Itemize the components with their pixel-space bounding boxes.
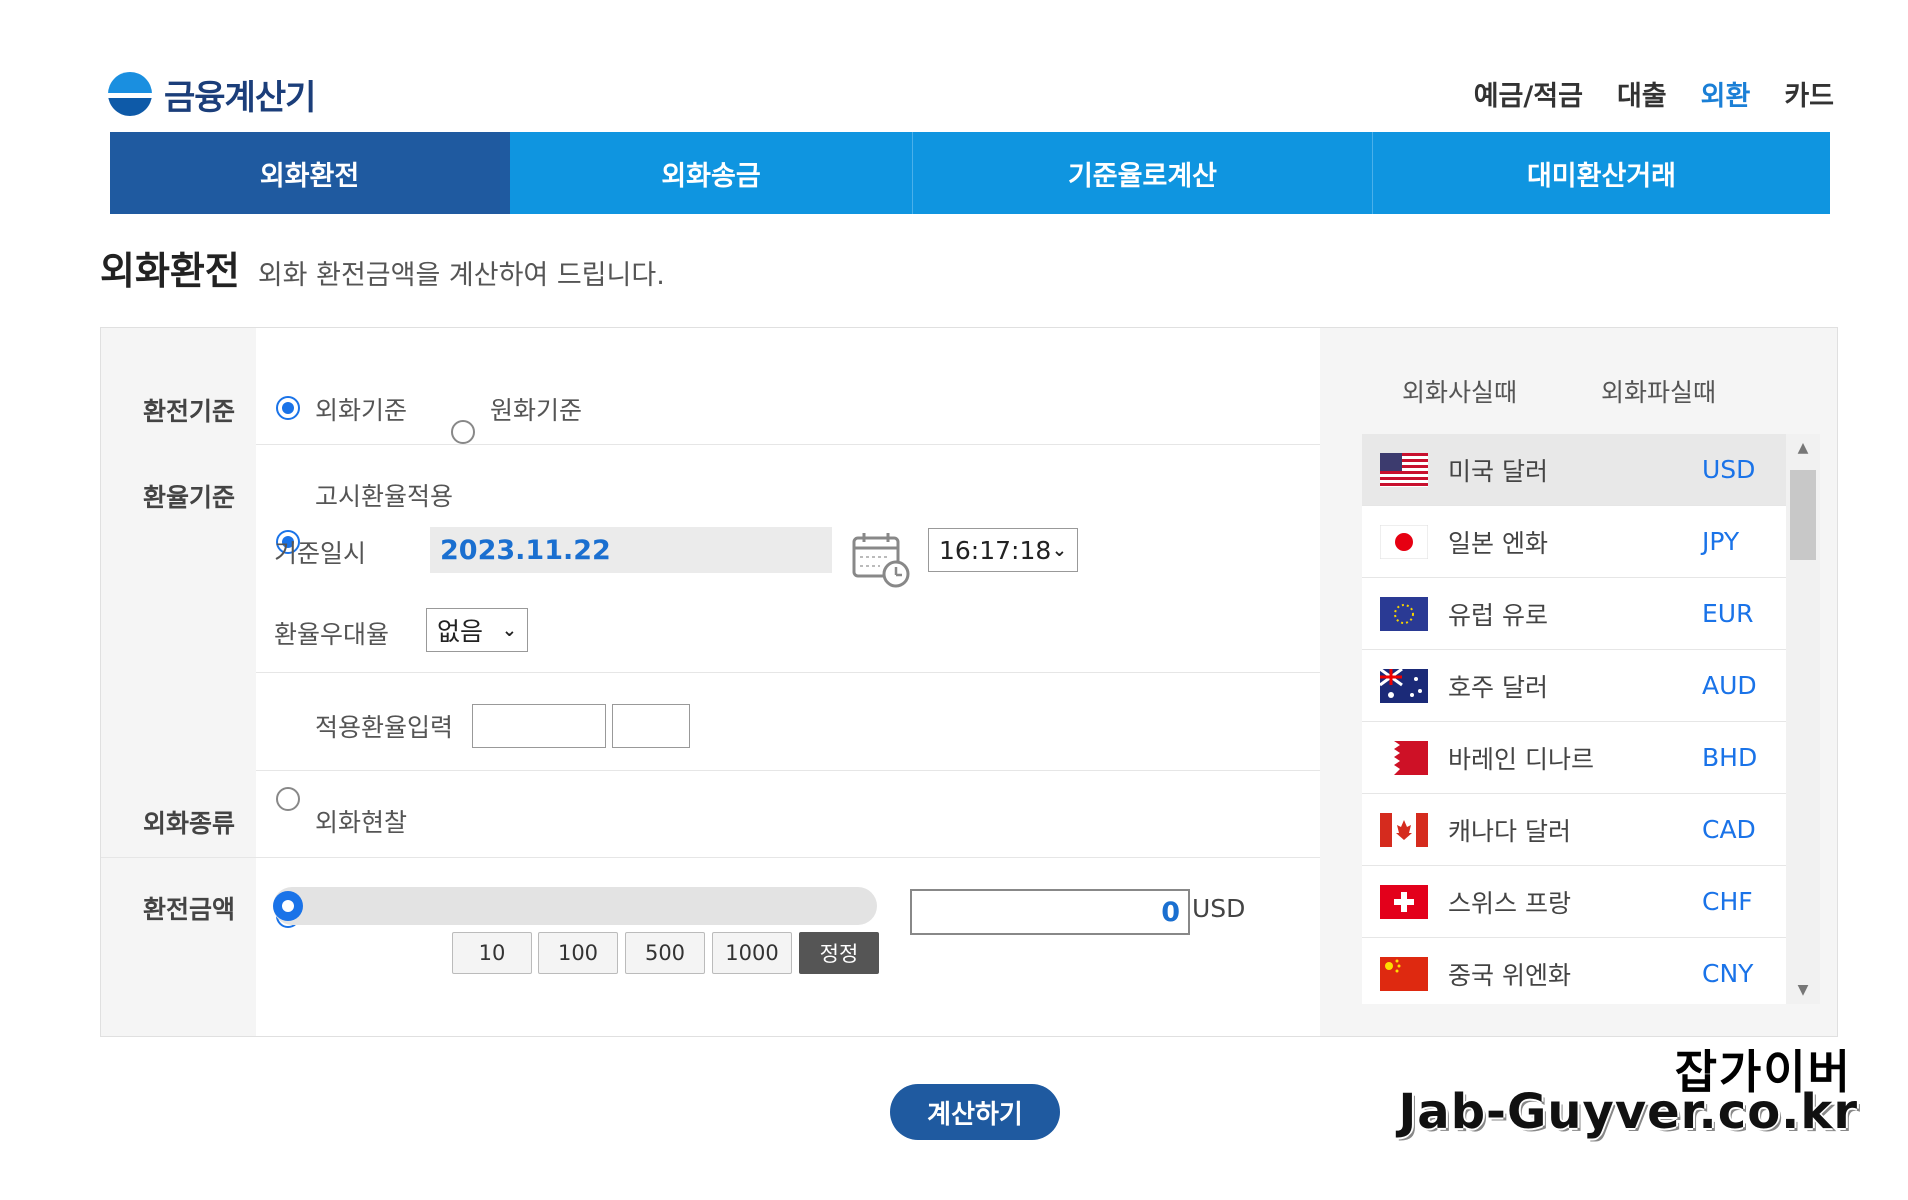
currency-item-aud[interactable]: 호주 달러 AUD — [1362, 650, 1786, 722]
currency-code: CHF — [1702, 887, 1753, 916]
add-10-button[interactable]: 10 — [452, 932, 532, 974]
currency-name: 미국 달러 — [1448, 456, 1548, 486]
us-flag-icon — [1380, 453, 1428, 487]
currency-item-chf[interactable]: 스위스 프랑 CHF — [1362, 866, 1786, 938]
currency-item-jpy[interactable]: 일본 엔화 JPY — [1362, 506, 1786, 578]
currency-name: 중국 위엔화 — [1448, 960, 1571, 990]
amount-input[interactable]: 0 — [910, 889, 1190, 935]
add-500-button[interactable]: 500 — [625, 932, 705, 974]
top-nav-card[interactable]: 카드 — [1784, 74, 1834, 113]
bahrain-flag-icon — [1380, 741, 1428, 775]
sell-foreign-label[interactable]: 외화파실때 — [1601, 373, 1716, 409]
currency-item-cny[interactable]: 중국 위엔화 CNY — [1362, 938, 1786, 1004]
manual-rate-radio[interactable] — [276, 787, 300, 811]
amount-slider-handle[interactable] — [273, 891, 303, 921]
china-flag-icon — [1380, 957, 1428, 991]
row-divider — [256, 672, 1320, 673]
currency-code: EUR — [1702, 599, 1754, 628]
notice-rate-label[interactable]: 고시환율적용 — [315, 477, 453, 513]
currency-item-eur[interactable]: 유럽 유로 EUR — [1362, 578, 1786, 650]
currency-code: CAD — [1702, 815, 1756, 844]
add-100-button[interactable]: 100 — [538, 932, 618, 974]
date-value: 2023.11.22 — [440, 534, 611, 566]
correct-button[interactable]: 정정 — [799, 932, 879, 974]
currency-name: 바레인 디나르 — [1448, 744, 1594, 774]
tab-usd-conversion[interactable]: 대미환산거래 — [1373, 132, 1830, 214]
tab-base-rate-calc[interactable]: 기준율로계산 — [913, 132, 1373, 214]
won-basis-radio[interactable] — [451, 420, 475, 444]
currency-name: 스위스 프랑 — [1448, 888, 1571, 918]
page-heading: 외화환전 외화 환전금액을 계산하여 드립니다. — [100, 240, 665, 295]
logo-icon — [108, 72, 152, 116]
watermark-url: Jab-Guyver.co.kr — [1398, 1084, 1858, 1140]
logo-text: 금융계산기 — [164, 77, 316, 118]
currency-code: USD — [1702, 455, 1756, 484]
preferential-rate-label: 환율우대율 — [274, 620, 390, 649]
currency-item-cad[interactable]: 캐나다 달러 CAD — [1362, 794, 1786, 866]
currency-name: 호주 달러 — [1448, 672, 1548, 702]
buy-foreign-label[interactable]: 외화사실때 — [1402, 373, 1517, 409]
currency-type-label: 외화종류 — [143, 809, 236, 838]
currency-code: BHD — [1702, 743, 1758, 772]
currency-name: 캐나다 달러 — [1448, 816, 1571, 846]
datetime-label: 기준일시 — [274, 539, 367, 568]
won-basis-label[interactable]: 원화기준 — [490, 391, 582, 427]
japan-flag-icon — [1380, 525, 1428, 559]
date-field[interactable]: 2023.11.22 — [430, 527, 832, 573]
row-divider — [256, 444, 1320, 445]
cash-label[interactable]: 외화현찰 — [315, 803, 407, 839]
canada-flag-icon — [1380, 813, 1428, 847]
scroll-up-icon[interactable]: ▲ — [1786, 436, 1820, 460]
tab-bar: 외화환전 외화송금 기준율로계산 대미환산거래 — [110, 132, 1830, 214]
amount-label: 환전금액 — [143, 895, 236, 924]
exchange-basis-label: 환전기준 — [143, 397, 236, 426]
calendar-icon[interactable] — [850, 530, 912, 590]
tab-remittance[interactable]: 외화송금 — [510, 132, 913, 214]
currency-code: CNY — [1702, 959, 1754, 988]
foreign-basis-radio[interactable] — [276, 396, 300, 420]
currency-code: JPY — [1702, 527, 1740, 556]
currency-code: AUD — [1702, 671, 1757, 700]
currency-name: 유럽 유로 — [1448, 600, 1548, 630]
app-logo[interactable]: 금융계산기 — [108, 70, 316, 118]
amount-slider-track[interactable] — [273, 887, 877, 925]
top-nav: 예금/적금 대출 외환 카드 — [1474, 74, 1834, 113]
amount-value: 0 — [1161, 896, 1180, 928]
time-value: 16:17:18 — [939, 535, 1052, 565]
swiss-flag-icon — [1380, 885, 1428, 919]
manual-rate-label[interactable]: 적용환율입력 — [315, 708, 453, 744]
time-select[interactable]: 16:17:18 ⌄ — [928, 528, 1078, 572]
preferential-rate-select[interactable]: 없음 ⌄ — [426, 608, 528, 652]
chevron-down-icon: ⌄ — [501, 619, 517, 641]
manual-rate-decimal-input[interactable] — [612, 704, 690, 748]
currency-item-bhd[interactable]: 바레인 디나르 BHD — [1362, 722, 1786, 794]
scroll-down-icon[interactable]: ▼ — [1786, 978, 1820, 1002]
rate-basis-label: 환율기준 — [143, 483, 236, 512]
eu-flag-icon — [1380, 597, 1428, 631]
preferential-rate-value: 없음 — [437, 617, 484, 646]
currency-list: 미국 달러 USD 일본 엔화 JPY 유럽 유로 EUR 호주 달러 AUD — [1362, 434, 1786, 1004]
row-divider — [256, 770, 1320, 771]
currency-item-usd[interactable]: 미국 달러 USD — [1362, 434, 1786, 506]
label-column — [101, 328, 256, 1036]
scrollbar-thumb[interactable] — [1790, 470, 1816, 560]
foreign-basis-label[interactable]: 외화기준 — [315, 391, 407, 427]
top-nav-deposit[interactable]: 예금/적금 — [1474, 74, 1583, 113]
australia-flag-icon — [1380, 669, 1428, 703]
page-title: 외화환전 — [100, 249, 240, 293]
currency-name: 일본 엔화 — [1448, 528, 1548, 558]
tab-currency-exchange[interactable]: 외화환전 — [110, 132, 510, 214]
chevron-down-icon: ⌄ — [1051, 539, 1067, 561]
top-nav-forex[interactable]: 외환 — [1701, 74, 1751, 113]
row-divider — [101, 857, 1320, 858]
calculate-button[interactable]: 계산하기 — [890, 1084, 1060, 1140]
manual-rate-integer-input[interactable] — [472, 704, 606, 748]
top-nav-loan[interactable]: 대출 — [1617, 74, 1667, 113]
add-1000-button[interactable]: 1000 — [712, 932, 792, 974]
page-subtitle: 외화 환전금액을 계산하여 드립니다. — [257, 260, 665, 291]
amount-unit: USD — [1192, 894, 1246, 923]
